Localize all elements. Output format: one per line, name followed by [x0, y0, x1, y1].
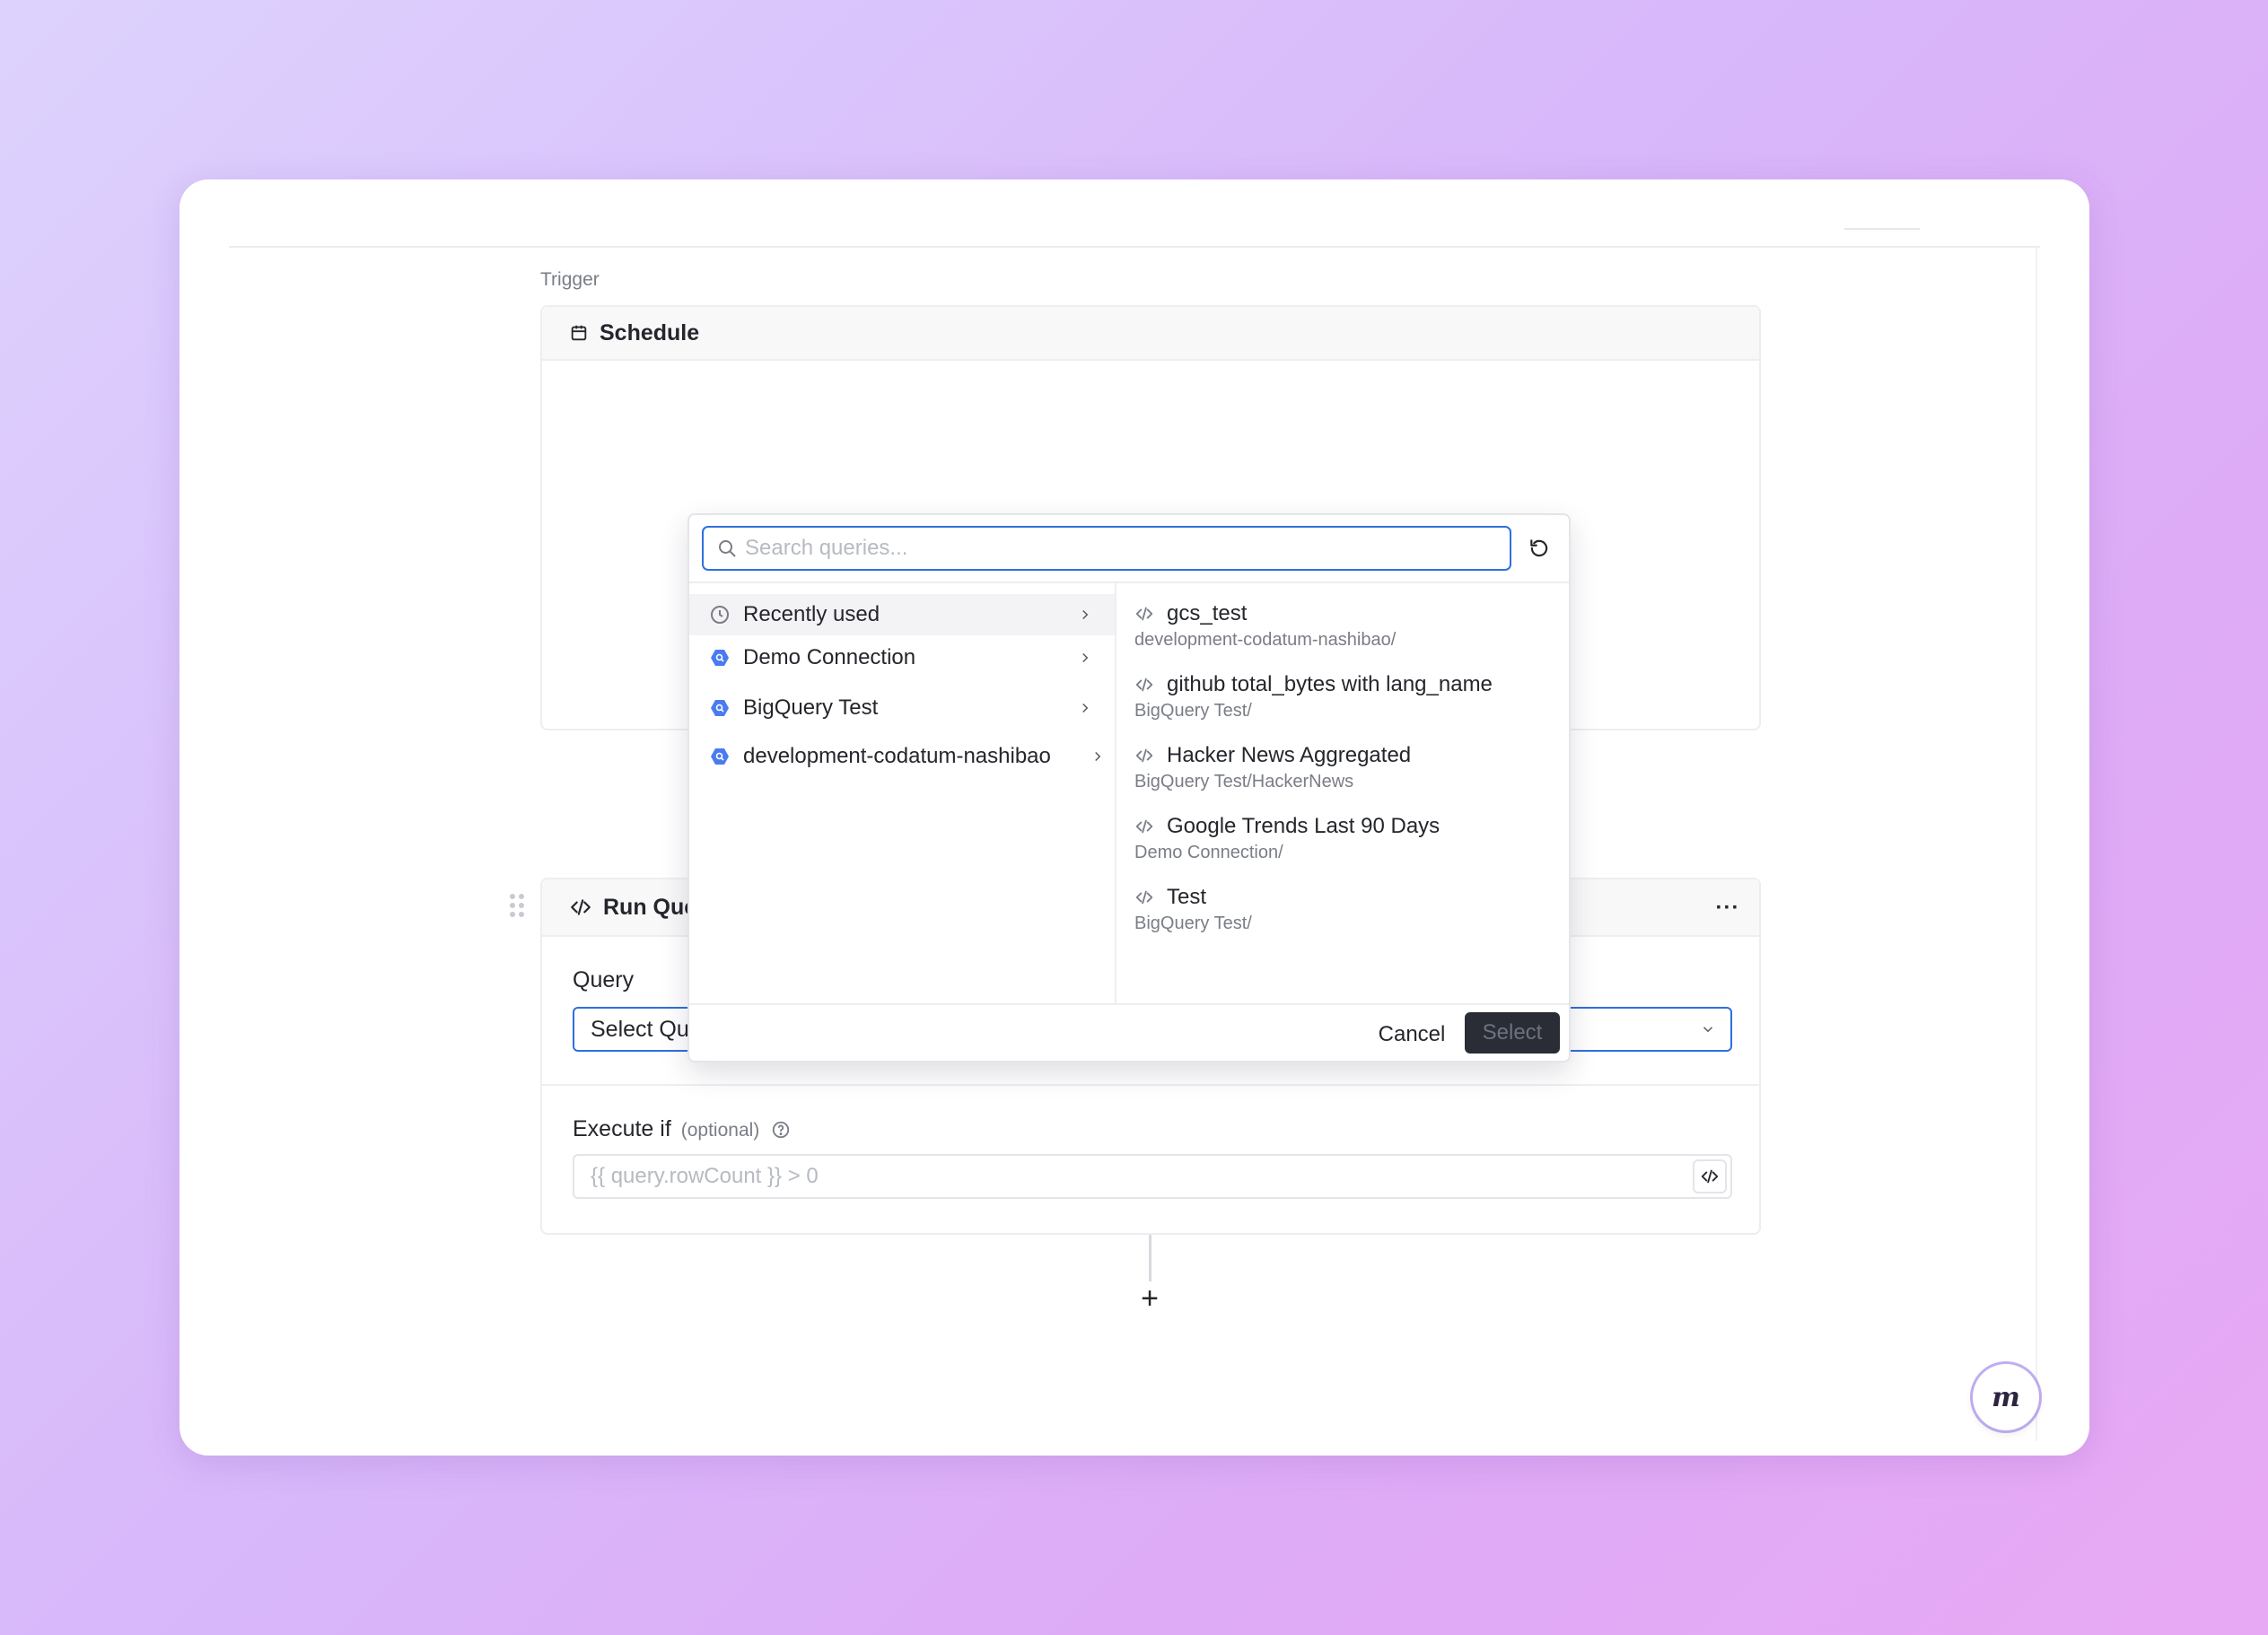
connection-item-bigquery-test[interactable]: BigQuery Test [689, 687, 1115, 729]
app-window: Trigger Schedule Run Query ··· Query Sel… [180, 179, 2089, 1456]
refresh-button[interactable] [1524, 533, 1554, 564]
add-step-button[interactable]: + [1136, 1283, 1163, 1314]
header-tab-indicator [1844, 228, 1920, 230]
schedule-title: Schedule [600, 319, 700, 345]
query-item-test[interactable]: Test BigQuery Test/ [1134, 883, 1565, 934]
connection-list: Recently used Demo Connection BigQuery T… [689, 583, 1116, 1003]
connection-label: development-codatum-nashibao [743, 744, 1051, 768]
execute-if-input[interactable]: {{ query.rowCount }} > 0 [573, 1154, 1732, 1199]
header-divider [229, 246, 2040, 248]
chevron-right-icon [1095, 751, 1101, 762]
drag-handle[interactable] [510, 894, 524, 917]
chevron-right-icon [1082, 652, 1089, 663]
footer-divider [689, 1003, 1569, 1005]
help-icon[interactable] [771, 1120, 791, 1140]
optional-hint: (optional) [680, 1120, 760, 1141]
query-field-label: Query [573, 967, 635, 992]
brand-logo-badge[interactable]: m [1973, 1364, 2039, 1430]
code-icon [1135, 819, 1153, 834]
query-path: Demo Connection/ [1134, 843, 1283, 862]
trigger-section-label: Trigger [540, 269, 600, 290]
code-icon [1701, 1169, 1719, 1184]
query-name: github total_bytes with lang_name [1167, 672, 1493, 696]
query-name: Google Trends Last 90 Days [1167, 814, 1440, 838]
query-item-gcs-test[interactable]: gcs_test development-codatum-nashibao/ [1134, 599, 1565, 651]
cancel-button[interactable]: Cancel [1368, 1014, 1456, 1055]
query-item-hacker-news-aggregated[interactable]: Hacker News Aggregated BigQuery Test/Hac… [1134, 741, 1565, 792]
schedule-card-header[interactable]: Schedule [542, 307, 1759, 361]
right-panel-border [2036, 248, 2037, 1441]
query-item-google-trends[interactable]: Google Trends Last 90 Days Demo Connecti… [1134, 812, 1565, 863]
query-path: development-codatum-nashibao/ [1134, 630, 1397, 650]
chevron-right-icon [1082, 703, 1089, 713]
execute-if-label: Execute if (optional) [573, 1116, 791, 1142]
query-path: BigQuery Test/ [1134, 701, 1252, 721]
step-connector [1149, 1235, 1152, 1281]
query-name: Test [1167, 885, 1207, 909]
query-path: BigQuery Test/HackerNews [1134, 772, 1354, 791]
refresh-icon [1530, 539, 1548, 557]
code-mode-toggle[interactable] [1693, 1159, 1727, 1193]
bigquery-icon [711, 700, 729, 716]
chevron-down-icon [1703, 1027, 1713, 1033]
connection-item-recently-used[interactable]: Recently used [689, 594, 1115, 635]
execute-if-text: Execute if [573, 1116, 671, 1141]
clock-icon [711, 606, 729, 624]
code-icon [571, 899, 591, 915]
code-icon [1135, 748, 1153, 763]
query-name: gcs_test [1167, 601, 1248, 625]
search-icon [719, 540, 736, 557]
connection-item-demo-connection[interactable]: Demo Connection [689, 637, 1115, 678]
code-icon [1135, 678, 1153, 692]
more-options-button[interactable]: ··· [1714, 896, 1741, 921]
bigquery-icon [711, 650, 729, 666]
query-name: Hacker News Aggregated [1167, 743, 1412, 767]
connection-label: BigQuery Test [743, 695, 879, 720]
query-picker-popover: Recently used Demo Connection BigQuery T… [687, 513, 1571, 1062]
connection-label: Recently used [743, 602, 880, 626]
search-input[interactable] [745, 536, 1499, 561]
code-icon [1135, 890, 1153, 905]
query-item-github-total-bytes[interactable]: github total_bytes with lang_name BigQue… [1134, 670, 1565, 721]
connection-item-development-codatum-nashibao[interactable]: development-codatum-nashibao [689, 736, 1115, 777]
chevron-right-icon [1082, 609, 1089, 620]
query-list: gcs_test development-codatum-nashibao/ g… [1118, 583, 1571, 1003]
connection-label: Demo Connection [743, 645, 916, 669]
query-path: BigQuery Test/ [1134, 914, 1252, 933]
search-box[interactable] [702, 526, 1511, 571]
field-divider [542, 1084, 1759, 1086]
calendar-icon [571, 325, 587, 341]
select-button[interactable]: Select [1465, 1012, 1560, 1054]
code-icon [1135, 607, 1153, 621]
execute-if-placeholder: {{ query.rowCount }} > 0 [591, 1164, 819, 1188]
bigquery-icon [711, 748, 729, 765]
